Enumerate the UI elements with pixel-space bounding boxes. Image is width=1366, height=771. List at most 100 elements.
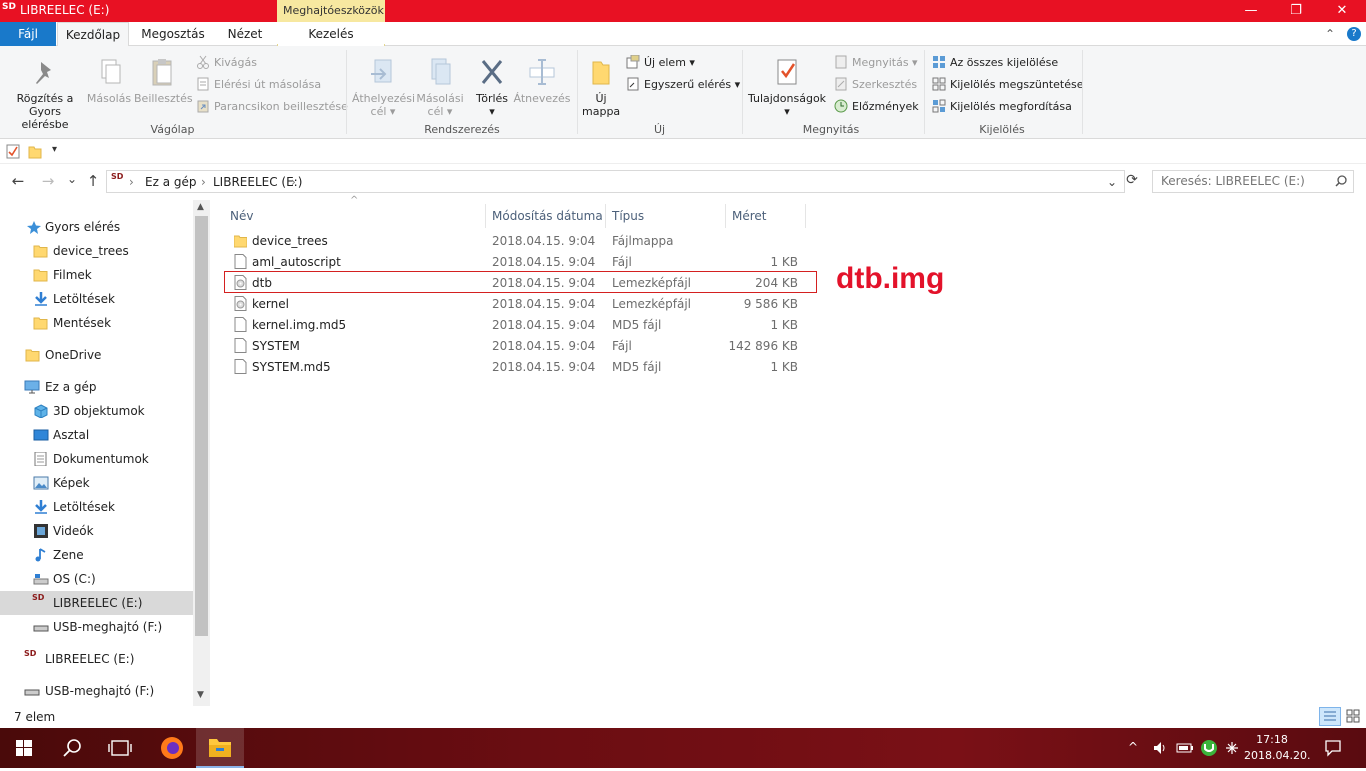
sidebar-item-usb-f[interactable]: USB-meghajtó (F:) <box>0 615 193 639</box>
copy-path-button[interactable]: Elérési út másolása <box>196 77 321 91</box>
sidebar-item-pictures[interactable]: Képek <box>0 471 193 495</box>
column-header-type[interactable]: Típus <box>606 204 726 228</box>
copy-button[interactable]: Másolás <box>86 56 132 105</box>
invert-selection-label: Kijelölés megfordítása <box>950 100 1072 113</box>
sidebar-item-device-trees[interactable]: device_trees <box>0 239 193 263</box>
sidebar-item-videos[interactable]: Videók <box>0 519 193 543</box>
maximize-button[interactable]: ❐ <box>1273 0 1319 22</box>
column-header-date[interactable]: Módosítás dátuma <box>486 204 606 228</box>
nav-scrollbar[interactable]: ▲ ▼ <box>193 200 210 706</box>
easy-access-button[interactable]: Egyszerű elérés ▾ <box>626 77 740 91</box>
address-bar[interactable]: SD › Ez a gép › LIBREELEC (E:) › ⌄ <box>106 170 1125 193</box>
move-to-button[interactable]: Áthelyezési cél ▾ <box>352 56 415 118</box>
sidebar-item-quick-access[interactable]: Gyors elérés <box>0 215 193 239</box>
select-none-label: Kijelölés megszüntetése <box>950 78 1084 91</box>
search-taskbar-button[interactable] <box>48 728 96 768</box>
new-item-button[interactable]: Új elem ▾ <box>626 54 695 69</box>
copy-to-button[interactable]: Másolási cél ▾ <box>414 56 466 118</box>
sidebar-item-os-c[interactable]: OS (C:) <box>0 567 193 591</box>
file-row[interactable]: aml_autoscript 2018.04.15. 9:04 Fájl 1 K… <box>224 251 814 272</box>
search-input[interactable] <box>1161 174 1331 188</box>
scroll-down-arrow-icon[interactable]: ▼ <box>197 690 204 700</box>
file-row[interactable]: kernel.img.md5 2018.04.15. 9:04 MD5 fájl… <box>224 314 814 335</box>
sidebar-item-onedrive[interactable]: OneDrive <box>0 343 193 367</box>
file-row[interactable]: device_trees 2018.04.15. 9:04 Fájlmappa <box>224 230 814 251</box>
tab-view[interactable]: Nézet <box>217 22 273 46</box>
file-row[interactable]: kernel 2018.04.15. 9:04 Lemezképfájl 9 5… <box>224 293 814 314</box>
task-view-button[interactable] <box>96 728 144 768</box>
file-name: SYSTEM.md5 <box>252 360 331 374</box>
qat-customize-dropdown[interactable]: ▾ <box>52 144 57 155</box>
help-button[interactable]: ? <box>1347 27 1361 41</box>
tray-overflow-chevron[interactable]: ^ <box>1128 740 1138 754</box>
recent-locations-button[interactable]: ⌄ <box>62 172 82 186</box>
rename-button[interactable]: Átnevezés <box>512 56 572 105</box>
new-folder-button[interactable]: Új mappa <box>582 56 620 118</box>
sidebar-item-libreelec-e-root[interactable]: SD LIBREELEC (E:) <box>0 647 193 671</box>
ribbon-collapse-button[interactable]: ⌃ <box>1320 22 1340 46</box>
scroll-up-arrow-icon[interactable]: ▲ <box>197 202 204 212</box>
file-row[interactable]: SYSTEM.md5 2018.04.15. 9:04 MD5 fájl 1 K… <box>224 356 814 377</box>
sidebar-item-mentesek[interactable]: Mentések <box>0 311 193 335</box>
new-folder-qat-icon[interactable] <box>28 144 42 162</box>
cut-button[interactable]: Kivágás <box>196 55 257 69</box>
close-button[interactable]: ✕ <box>1319 0 1365 22</box>
breadcrumb-libreelec[interactable]: LIBREELEC (E:) <box>213 175 302 189</box>
sidebar-item-music[interactable]: Zene <box>0 543 193 567</box>
address-dropdown-button[interactable]: ⌄ <box>1107 175 1117 189</box>
refresh-button[interactable]: ⟳ <box>1122 172 1142 188</box>
properties-button[interactable]: Tulajdonságok ▾ <box>746 56 828 118</box>
windows-logo-icon <box>16 740 32 756</box>
start-button[interactable] <box>0 728 48 768</box>
sidebar-item-filmek[interactable]: Filmek <box>0 263 193 287</box>
sidebar-item-usb-f-root[interactable]: USB-meghajtó (F:) <box>0 679 193 703</box>
pin-quick-access-button[interactable]: Rögzítés a Gyors elérésbe <box>4 56 86 131</box>
up-button[interactable]: ↑ <box>83 172 103 190</box>
file-explorer-taskbar-button[interactable] <box>196 728 244 768</box>
sidebar-item-desktop[interactable]: Asztal <box>0 423 193 447</box>
large-icons-view-button[interactable] <box>1343 707 1365 726</box>
file-size: 9 586 KB <box>743 297 798 311</box>
paste-button[interactable]: Beillesztés <box>134 56 193 105</box>
details-view-button[interactable] <box>1319 707 1341 726</box>
volume-icon[interactable] <box>1152 740 1168 759</box>
file-row[interactable]: SYSTEM 2018.04.15. 9:04 Fájl 142 896 KB <box>224 335 814 356</box>
utorrent-icon[interactable] <box>1200 739 1218 760</box>
sidebar-item-documents[interactable]: Dokumentumok <box>0 447 193 471</box>
file-size: 1 KB <box>770 255 798 269</box>
tab-home[interactable]: Kezdőlap <box>57 22 129 47</box>
minimize-button[interactable]: — <box>1228 0 1274 22</box>
taskbar: ^ 17:18 2018.04.20. <box>0 728 1366 768</box>
invert-selection-button[interactable]: Kijelölés megfordítása <box>932 99 1072 113</box>
taskbar-clock[interactable]: 17:18 2018.04.20. <box>1244 732 1310 764</box>
firefox-taskbar-button[interactable] <box>148 728 196 768</box>
history-button[interactable]: Előzmények <box>834 99 919 113</box>
ribbon-tab-bar: Fájl Kezdőlap Megosztás Nézet Kezelés ⌃ … <box>0 22 1366 68</box>
delete-button[interactable]: Törlés ▾ <box>474 56 510 118</box>
open-button[interactable]: Megnyitás ▾ <box>834 55 918 69</box>
paste-shortcut-button[interactable]: Parancsikon beillesztése <box>196 99 348 113</box>
battery-icon[interactable] <box>1176 740 1194 759</box>
tab-manage[interactable]: Kezelés <box>280 22 382 46</box>
select-all-button[interactable]: Az összes kijelölése <box>932 55 1058 69</box>
column-header-size[interactable]: Méret <box>726 204 806 228</box>
tab-share[interactable]: Megosztás <box>136 22 210 46</box>
sidebar-item-downloads[interactable]: Letöltések <box>0 495 193 519</box>
select-none-button[interactable]: Kijelölés megszüntetése <box>932 77 1084 91</box>
tab-file[interactable]: Fájl <box>0 22 56 46</box>
action-center-icon[interactable] <box>1324 739 1342 760</box>
forward-button[interactable]: → <box>38 172 58 190</box>
nav-scrollbar-thumb[interactable] <box>195 216 208 636</box>
sidebar-item-3d-objects[interactable]: 3D objektumok <box>0 399 193 423</box>
edit-button[interactable]: Szerkesztés <box>834 77 917 91</box>
search-box[interactable] <box>1152 170 1354 193</box>
back-button[interactable]: ← <box>8 172 28 190</box>
breadcrumb-this-pc[interactable]: Ez a gép <box>145 175 196 189</box>
sidebar-item-this-pc[interactable]: Ez a gép <box>0 375 193 399</box>
sidebar-item-libreelec-e[interactable]: SD LIBREELEC (E:) <box>0 591 193 615</box>
column-header-name[interactable]: Név <box>224 204 486 228</box>
properties-qat-icon[interactable] <box>6 144 20 162</box>
network-icon[interactable] <box>1224 740 1240 759</box>
sidebar-item-downloads-quick[interactable]: Letöltések <box>0 287 193 311</box>
edit-label: Szerkesztés <box>852 78 918 91</box>
